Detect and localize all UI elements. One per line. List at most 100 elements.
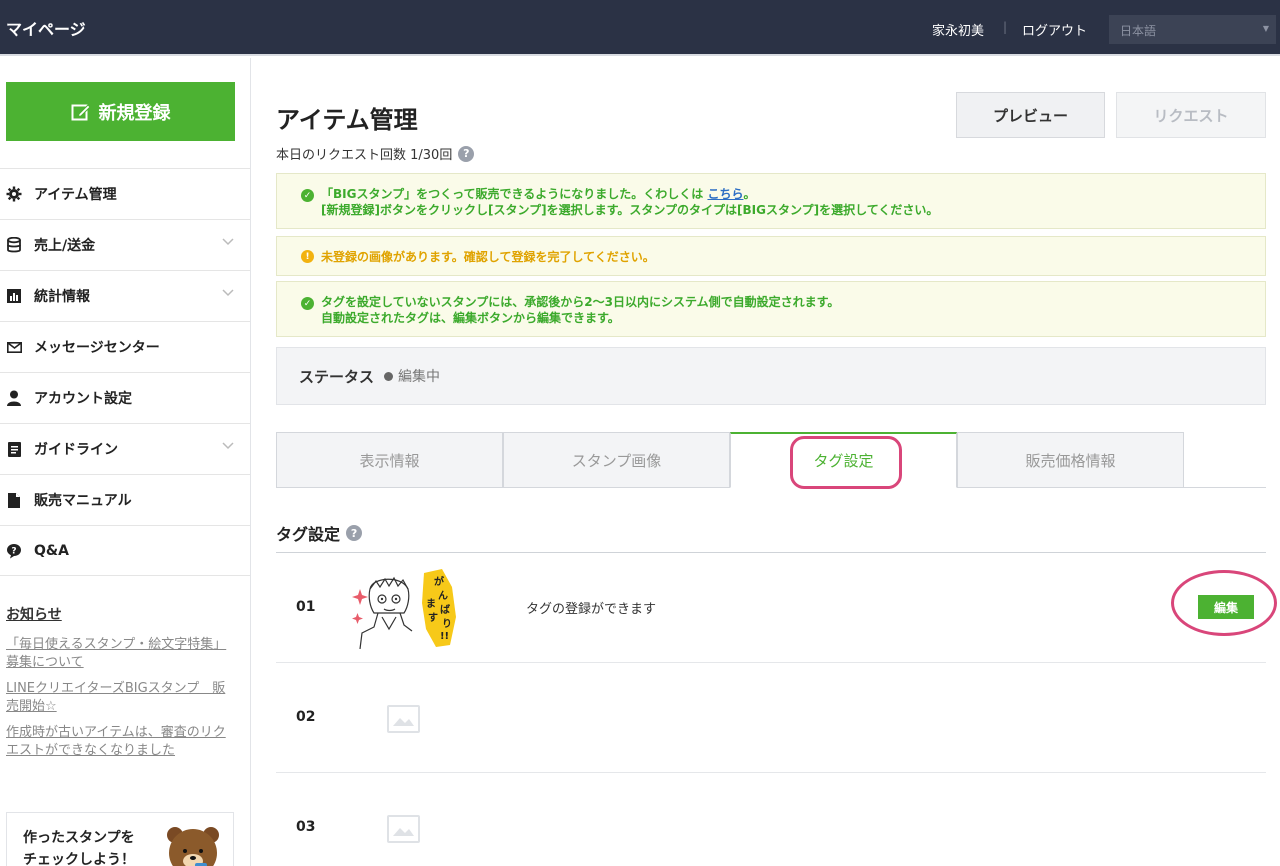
- header-separator: |: [1003, 20, 1008, 34]
- chart-icon: [6, 288, 22, 304]
- status-dot-icon: [384, 371, 394, 381]
- status-value-text: 編集中: [398, 369, 441, 385]
- notice-auto-tags: ✓ タグを設定していないスタンプには、承認後から2〜3日以内にシステム側で自動設…: [276, 281, 1266, 337]
- sidebar-item-label: 売上/送金: [34, 238, 96, 254]
- sidebar-item-label: ガイドライン: [34, 442, 118, 458]
- sidebar-item-account-settings[interactable]: アカウント設定: [0, 372, 250, 423]
- sidebar-item-item-management[interactable]: アイテム管理: [0, 168, 250, 219]
- caret-down-icon: ▼: [1262, 24, 1269, 33]
- svg-text:り: り: [442, 618, 452, 630]
- promo-line: 作ったスタンプを: [23, 830, 135, 846]
- image-placeholder-icon: [387, 815, 420, 843]
- person-icon: [6, 390, 22, 406]
- database-icon: [6, 237, 22, 253]
- bear-character-icon: [167, 827, 219, 866]
- sidebar-item-label: アイテム管理: [34, 187, 117, 203]
- news-link[interactable]: 「毎日使えるスタンプ・絵文字特集」募集について: [6, 636, 238, 672]
- notice-text: タグを設定していないスタンプには、承認後から2〜3日以内にシステム側で自動設定さ…: [301, 294, 1265, 326]
- help-icon[interactable]: ?: [346, 525, 363, 541]
- preview-button[interactable]: プレビュー: [956, 92, 1105, 138]
- sidebar-item-statistics[interactable]: 統計情報: [0, 270, 250, 321]
- sidebar-menu: アイテム管理 売上/送金 統計情報 メッセージセンター アカウント設定 ガイドラ…: [0, 168, 250, 576]
- sidebar-item-sales-manual[interactable]: 販売マニュアル: [0, 474, 250, 525]
- promo-banner[interactable]: 作ったスタンプを チェックしよう！: [6, 812, 234, 866]
- logout-link[interactable]: ログアウト: [1022, 20, 1087, 39]
- page-title: アイテム管理: [276, 106, 418, 134]
- sidebar-item-label: Q&A: [34, 542, 69, 559]
- check-circle-icon: ✓: [301, 297, 314, 310]
- news-section: お知らせ 「毎日使えるスタンプ・絵文字特集」募集について LINEクリエイターズ…: [6, 604, 238, 768]
- top-navigation-bar: マイページ 家永初美 | ログアウト 日本語 ▼: [0, 0, 1280, 56]
- stamp-description: タグの登録ができます: [526, 602, 657, 617]
- tab-price-info[interactable]: 販売価格情報: [957, 432, 1184, 488]
- notice-big-stamp: ✓ 「BIGスタンプ」をつくって販売できるようになりました。くわしくは こちら。…: [276, 173, 1266, 229]
- section-title-text: タグ設定: [276, 525, 341, 544]
- tab-bar: 表示情報 スタンプ画像 タグ設定 販売価格情報: [276, 432, 1266, 488]
- svg-text:ば: ば: [440, 603, 450, 616]
- highlight-annotation-tab: [790, 436, 902, 489]
- sidebar-item-message-center[interactable]: メッセージセンター: [0, 321, 250, 372]
- highlight-annotation-edit: [1171, 570, 1277, 636]
- help-icon[interactable]: ?: [458, 145, 475, 162]
- chevron-down-icon: [222, 442, 234, 450]
- image-placeholder-icon: [387, 705, 420, 733]
- sidebar-item-label: 販売マニュアル: [34, 493, 132, 509]
- notice-line: [新規登録]ボタンをクリックし[スタンプ]を選択します。スタンプのタイプは[BI…: [321, 203, 939, 217]
- stamp-thumbnail: がんば ますり !!: [352, 569, 456, 649]
- stamp-number: 02: [296, 709, 316, 725]
- sidebar: 新規登録 アイテム管理 売上/送金 統計情報 メッセージセンター アカウント設定…: [0, 58, 251, 866]
- sidebar-item-qa[interactable]: ? Q&A: [0, 525, 250, 576]
- brand-title[interactable]: マイページ: [6, 16, 86, 40]
- notice-line-text: 。: [743, 187, 756, 201]
- chevron-down-icon: [222, 238, 234, 246]
- stamp-row: 01 がんば ますり !! タグの登録ができます 編集: [276, 553, 1266, 663]
- request-button[interactable]: リクエスト: [1116, 92, 1266, 138]
- new-registration-label: 新規登録: [98, 102, 171, 124]
- new-registration-button[interactable]: 新規登録: [6, 82, 235, 141]
- svg-text:!!: !!: [440, 631, 449, 642]
- question-bubble-icon: ?: [6, 543, 22, 559]
- notice-unregistered-images: ! 未登録の画像があります。確認して登録を完了してください。: [276, 236, 1266, 276]
- svg-text:ん: ん: [438, 590, 448, 602]
- request-count-text: 本日のリクエスト回数 1/30回: [276, 148, 453, 163]
- tab-stamp-images[interactable]: スタンプ画像: [503, 432, 730, 488]
- warning-circle-icon: !: [301, 250, 314, 263]
- sidebar-item-sales[interactable]: 売上/送金: [0, 219, 250, 270]
- section-title: タグ設定 ?: [276, 521, 363, 545]
- svg-text:す: す: [428, 612, 438, 624]
- svg-text:?: ?: [11, 546, 16, 556]
- edit-icon: [71, 103, 91, 120]
- notice-line: タグを設定していないスタンプには、承認後から2〜3日以内にシステム側で自動設定さ…: [321, 295, 840, 309]
- notice-line-text: 「BIGスタンプ」をつくって販売できるようになりました。くわしくは: [321, 187, 708, 201]
- status-box: ステータス 編集中: [276, 347, 1266, 405]
- tab-display-info[interactable]: 表示情報: [276, 432, 503, 488]
- stamp-row: 03: [276, 773, 1266, 866]
- svg-text:が: が: [434, 575, 445, 588]
- status-label: ステータス: [299, 367, 375, 386]
- svg-text:ま: ま: [426, 598, 436, 610]
- sidebar-item-guidelines[interactable]: ガイドライン: [0, 423, 250, 474]
- status-value: 編集中: [384, 366, 440, 386]
- details-link[interactable]: こちら: [707, 187, 743, 201]
- gear-icon: [6, 186, 22, 202]
- chevron-down-icon: [222, 289, 234, 297]
- notice-text: 未登録の画像があります。確認して登録を完了してください。: [321, 250, 655, 264]
- sidebar-item-label: アカウント設定: [34, 391, 132, 407]
- promo-line: チェックしよう！: [23, 852, 135, 866]
- user-name: 家永初美: [932, 24, 985, 39]
- notice-text: 「BIGスタンプ」をつくって販売できるようになりました。くわしくは こちら。 […: [301, 186, 1265, 218]
- request-count: 本日のリクエスト回数 1/30回 ?: [276, 144, 475, 163]
- mail-icon: [6, 339, 22, 355]
- language-select[interactable]: 日本語 ▼: [1109, 15, 1276, 44]
- stamp-number: 03: [296, 819, 316, 835]
- news-link[interactable]: 作成時が古いアイテムは、審査のリクエストができなくなりました: [6, 724, 238, 760]
- news-link[interactable]: LINEクリエイターズBIGスタンプ 販売開始☆: [6, 680, 238, 716]
- sidebar-item-label: 統計情報: [34, 289, 90, 305]
- language-value: 日本語: [1120, 24, 1157, 38]
- news-title[interactable]: お知らせ: [6, 604, 238, 624]
- notice-line: 「BIGスタンプ」をつくって販売できるようになりました。くわしくは こちら。: [321, 186, 1265, 202]
- notice-line: 自動設定されたタグは、編集ボタンから編集できます。: [321, 311, 620, 325]
- stamp-number: 01: [296, 599, 316, 615]
- document-icon: [6, 441, 22, 457]
- promo-text: 作ったスタンプを チェックしよう！: [23, 827, 135, 866]
